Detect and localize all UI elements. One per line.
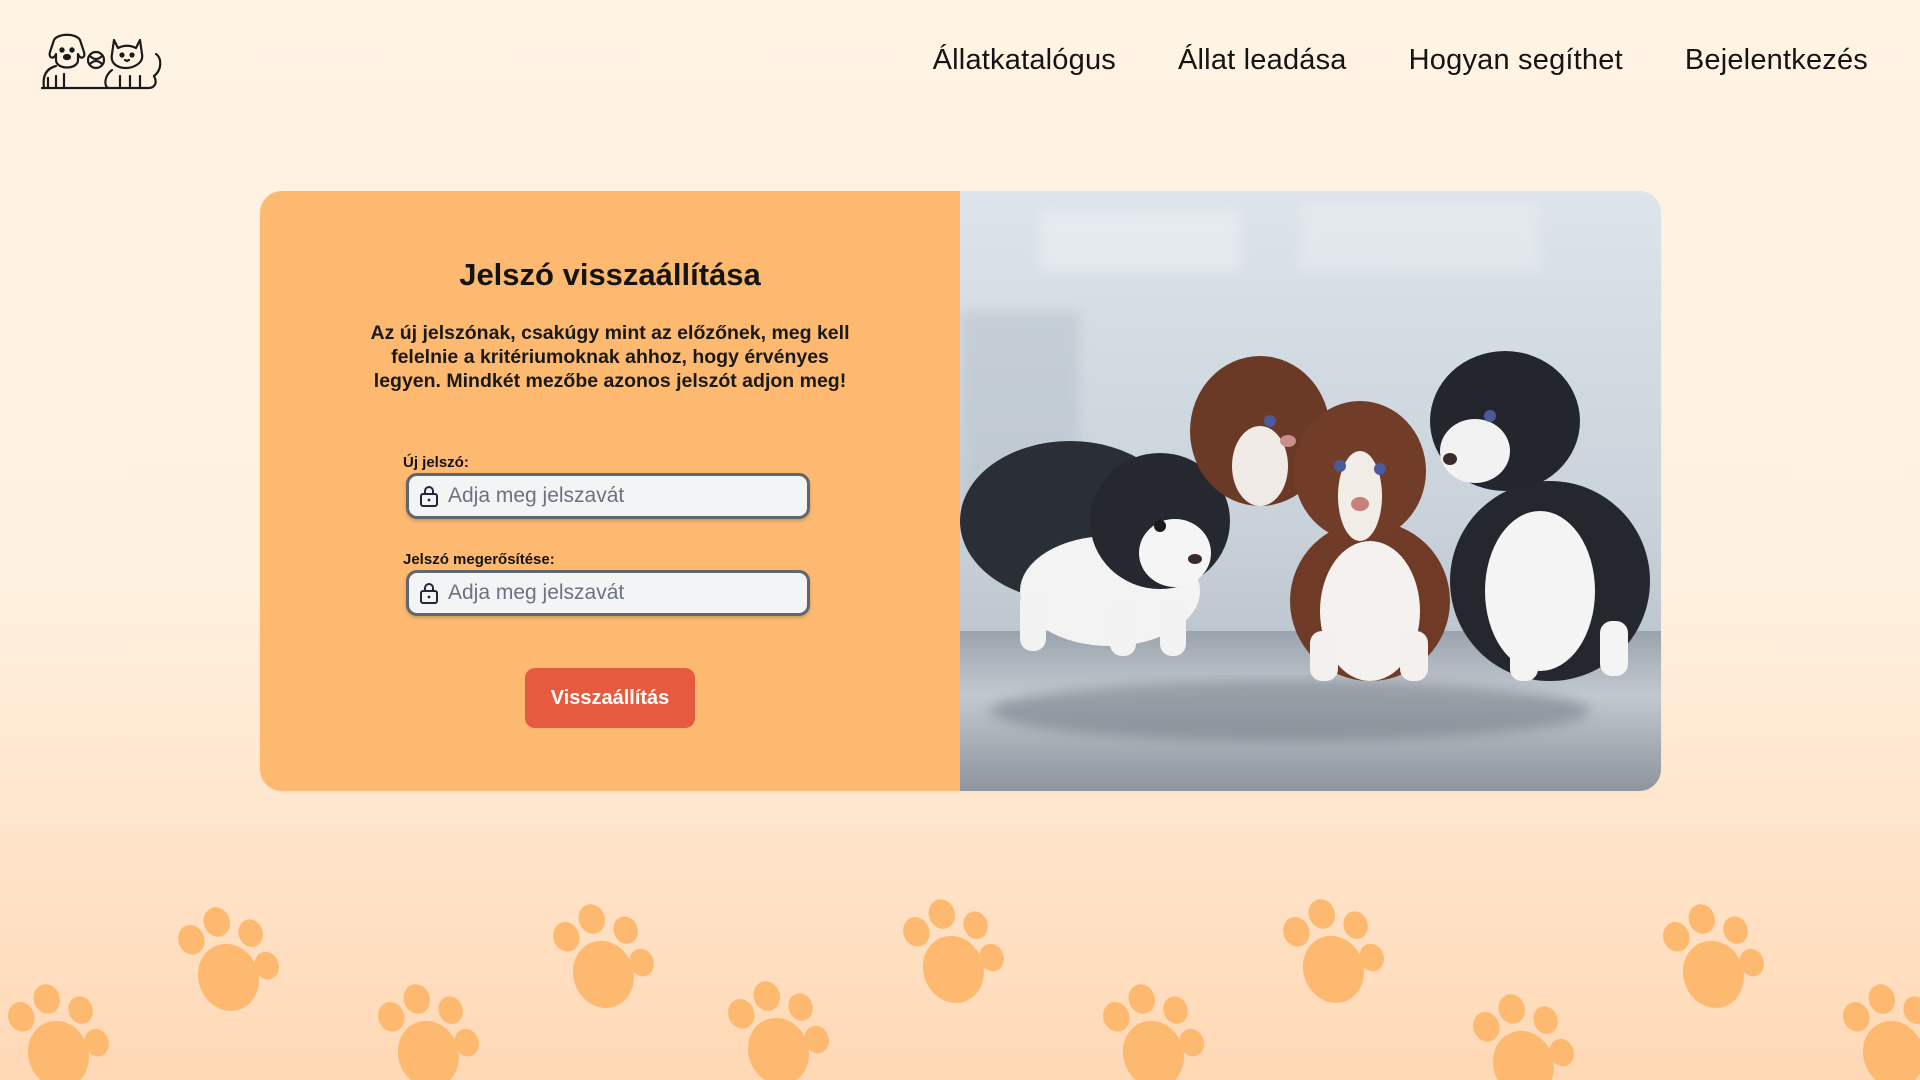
form-description: Az új jelszónak, csakúgy mint az előzőne… <box>370 322 850 392</box>
paw-print-icon <box>178 907 279 1011</box>
paw-print-icon <box>378 984 479 1080</box>
dog-and-cat-logo-icon[interactable] <box>38 30 166 96</box>
paw-print-icon <box>1473 994 1574 1080</box>
confirm-password-field[interactable] <box>406 570 810 616</box>
paw-print-icon <box>1283 899 1384 1003</box>
password-reset-card: Jelszó visszaállítása Az új jelszónak, c… <box>260 191 1661 791</box>
paw-print-background <box>8 899 1920 1080</box>
page-title: Jelszó visszaállítása <box>459 257 761 292</box>
new-password-input[interactable] <box>448 484 807 508</box>
nav-catalog-link[interactable]: Állatkatalógus <box>933 44 1116 77</box>
puppies-illustration <box>960 191 1661 791</box>
paw-print-icon <box>1843 984 1920 1080</box>
top-navigation-bar: Állatkatalógus Állat leadása Hogyan segí… <box>0 0 1920 130</box>
reset-password-button[interactable]: Visszaállítás <box>525 668 695 728</box>
paw-print-icon <box>903 899 1004 1003</box>
nav-login-link[interactable]: Bejelentkezés <box>1685 44 1868 77</box>
paw-print-icon <box>728 981 829 1080</box>
nav-animal-surrender-link[interactable]: Állat leadása <box>1178 44 1347 77</box>
confirm-password-label: Jelszó megerősítése: <box>403 551 555 568</box>
paw-print-icon <box>553 904 654 1008</box>
new-password-label: Új jelszó: <box>403 454 469 471</box>
new-password-field[interactable] <box>406 473 810 519</box>
main-nav: Állatkatalógus Állat leadása Hogyan segí… <box>933 44 1868 77</box>
paw-print-icon <box>1663 904 1764 1008</box>
paw-print-icon <box>1103 984 1204 1080</box>
puppies-photo <box>960 191 1661 791</box>
lock-icon <box>420 583 438 604</box>
paw-print-icon <box>8 984 109 1080</box>
lock-icon <box>420 486 438 507</box>
password-reset-form: Jelszó visszaállítása Az új jelszónak, c… <box>260 191 960 791</box>
confirm-password-input[interactable] <box>448 581 807 605</box>
nav-how-to-help-link[interactable]: Hogyan segíthet <box>1409 44 1623 77</box>
